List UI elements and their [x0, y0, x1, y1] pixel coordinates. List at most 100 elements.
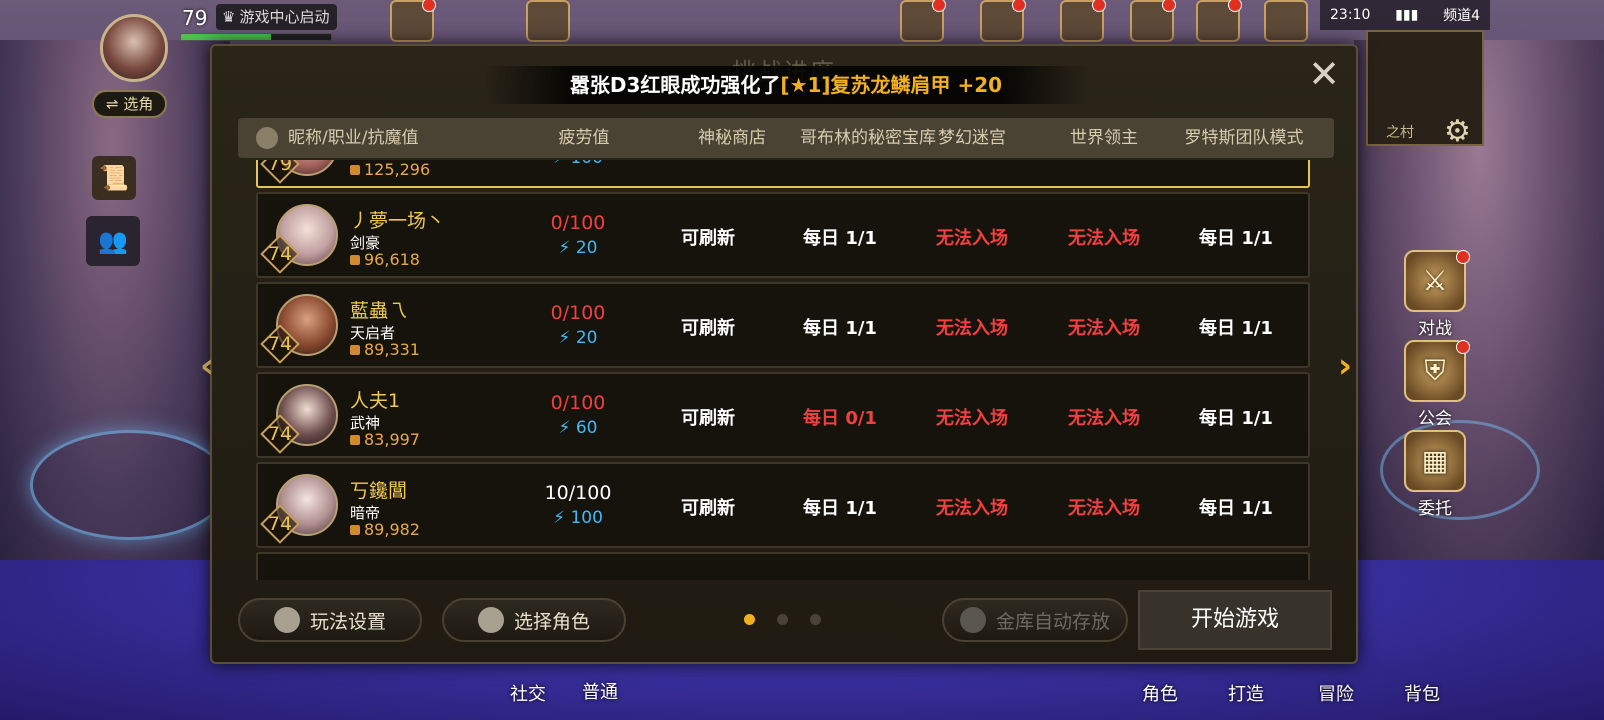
table-row-selected[interactable]: 79 125,296 ⚡ 100: [256, 160, 1310, 188]
table-row[interactable]: 74 丂鑱閶 暗帝 89,982 10/100 ⚡ 100 可刷新 每日 1/1…: [256, 462, 1310, 548]
character-name: 人夫1: [350, 390, 401, 412]
commission-button[interactable]: ▦ 委托: [1398, 430, 1472, 519]
commission-label: 委托: [1418, 499, 1452, 519]
top-menu-icon[interactable]: [980, 0, 1026, 42]
auto-store-label: 金库自动存放: [995, 610, 1110, 633]
select-role-button[interactable]: 选择角色: [442, 598, 626, 642]
guild-label: 公会: [1418, 409, 1452, 429]
top-menu-icon[interactable]: [1264, 0, 1308, 42]
top-menu-icon[interactable]: [1196, 0, 1242, 42]
energy-value: ⚡ 60: [558, 418, 598, 438]
lord-status: 无法入场: [1068, 408, 1140, 429]
play-settings-button[interactable]: 玩法设置: [238, 598, 422, 642]
power-value: 96,618: [364, 250, 420, 269]
energy-value: ⚡ 20: [558, 238, 598, 258]
character-power: 125,296: [350, 160, 430, 179]
nav-bag[interactable]: 背包: [1404, 680, 1440, 706]
player-avatar[interactable]: [100, 14, 168, 82]
energy-value: ⚡ 100: [528, 160, 628, 168]
table-row[interactable]: 74 丿夢一场丶 剑豪 96,618 0/100 ⚡ 20 可刷新 每日 1/1…: [256, 192, 1310, 278]
top-menu-icon[interactable]: [1060, 0, 1106, 42]
shop-status: 可刷新: [681, 228, 735, 249]
lotus-status: 每日 1/1: [1199, 228, 1273, 249]
announcement-banner: 嚣张D3红眼成功强化了[★1]复苏龙鳞肩甲 +20: [482, 66, 1090, 104]
lotus-status: 每日 1/1: [1199, 408, 1273, 429]
party-icon[interactable]: 👥: [86, 216, 140, 266]
gear-icon[interactable]: ⚙: [1444, 114, 1471, 149]
power-value: 83,997: [364, 430, 420, 449]
game-center-label: 游戏中心启动: [239, 8, 330, 26]
nav-character[interactable]: 角色: [1142, 680, 1178, 706]
energy-value: ⚡ 100: [553, 508, 603, 528]
vault-icon: [959, 607, 986, 633]
play-settings-label: 玩法设置: [309, 610, 386, 633]
lord-status: 无法入场: [1068, 498, 1140, 519]
prev-page-arrow-icon[interactable]: ‹: [200, 346, 214, 386]
page-dot-active: [744, 614, 755, 625]
close-button[interactable]: ✕: [1306, 55, 1342, 94]
character-level: 79: [267, 160, 293, 175]
maze-status: 无法入场: [936, 318, 1008, 339]
character-power: 83,997: [350, 430, 420, 449]
game-center-icon: ♛: [222, 8, 236, 26]
top-menu-icon[interactable]: [1130, 0, 1176, 42]
notification-dot: [1456, 340, 1470, 354]
character-level: 74: [267, 513, 293, 535]
maze-status: 无法入场: [936, 408, 1008, 429]
power-icon: [350, 434, 360, 445]
battle-button[interactable]: ⚔ 对战: [1398, 250, 1472, 339]
top-menu-icon[interactable]: [526, 0, 570, 42]
lotus-status: 每日 1/1: [1199, 318, 1273, 339]
energy-number: 100: [570, 160, 602, 168]
character-name: 丿夢一场丶: [350, 210, 446, 232]
page-dot: [777, 614, 788, 625]
energy-number: 20: [575, 328, 598, 348]
character-select-icon: [477, 607, 504, 633]
character-name: 丂鑱閶: [350, 480, 408, 502]
magic-circle: [30, 430, 230, 540]
table-row[interactable]: [256, 552, 1310, 580]
energy-number: 60: [575, 418, 598, 438]
goblin-status: 每日 1/1: [803, 228, 877, 249]
gear-icon: [273, 607, 300, 633]
nav-normal[interactable]: 普通: [582, 678, 618, 704]
fatigue-value: 0/100: [550, 302, 606, 324]
table-row[interactable]: 74 藍蟲乁 天启者 89,331 0/100 ⚡ 20 可刷新 每日 1/1 …: [256, 282, 1310, 368]
table-row[interactable]: 74 人夫1 武神 83,997 0/100 ⚡ 60 可刷新 每日 0/1 无…: [256, 372, 1310, 458]
nav-adventure[interactable]: 冒险: [1318, 680, 1354, 706]
character-level: 74: [267, 423, 293, 445]
guild-button[interactable]: ⛨ 公会: [1398, 340, 1472, 429]
character-list[interactable]: 79 125,296 ⚡ 100 74 丿夢一场丶 剑豪 96,618 0/10…: [256, 160, 1314, 580]
nav-forge[interactable]: 打造: [1228, 680, 1264, 706]
power-icon: [350, 344, 360, 355]
lotus-status: 每日 1/1: [1199, 498, 1273, 519]
next-page-arrow-icon[interactable]: ›: [1338, 346, 1352, 386]
nav-social[interactable]: 社交: [510, 680, 546, 706]
select-role-label: 选择角色: [513, 610, 590, 633]
fatigue-value: 0/100: [550, 392, 606, 414]
header-emblem-icon: [256, 127, 278, 149]
goblin-status: 每日 1/1: [803, 498, 877, 519]
power-icon: [350, 524, 360, 535]
fatigue-value: 0/100: [550, 212, 606, 234]
header-name: 昵称/职业/抗魔值: [256, 118, 418, 158]
status-bar: 23:10 ▮▮▮ 频道4: [1320, 0, 1490, 30]
start-game-button[interactable]: 开始游戏: [1138, 590, 1332, 650]
energy-number: 100: [570, 508, 603, 528]
top-menu-icon[interactable]: [900, 0, 946, 42]
power-value: 89,331: [364, 340, 420, 359]
game-center-chip[interactable]: ♛ 游戏中心启动: [216, 4, 338, 30]
challenge-progress-dialog: 挑战进度 嚣张D3红眼成功强化了[★1]复苏龙鳞肩甲 +20 ✕ 昵称/职业/抗…: [200, 44, 1358, 664]
quest-scroll-icon[interactable]: 📜: [92, 156, 136, 200]
power-value: 89,982: [364, 520, 420, 539]
lord-status: 无法入场: [1068, 318, 1140, 339]
header-name-label: 昵称/职业/抗魔值: [288, 128, 419, 148]
switch-role-button[interactable]: ⇌ 选角: [92, 90, 168, 118]
auto-store-button[interactable]: 金库自动存放: [942, 598, 1128, 642]
power-value: 125,296: [364, 160, 431, 179]
header-maze: 梦幻迷宫: [938, 128, 1006, 148]
announcement-item: [★1]复苏龙鳞肩甲 +20: [780, 73, 1003, 97]
character-power: 89,982: [350, 520, 420, 539]
top-menu-icon[interactable]: [390, 0, 436, 42]
player-level: 79: [182, 6, 208, 30]
